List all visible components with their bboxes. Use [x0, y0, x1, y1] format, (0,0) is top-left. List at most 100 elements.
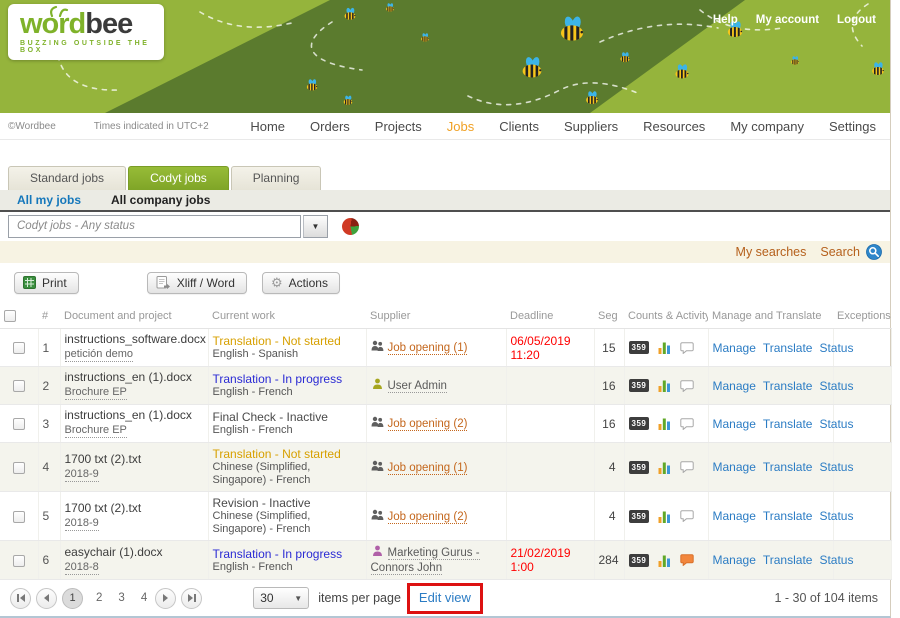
wordcount-badge[interactable]: 359	[629, 341, 650, 354]
comment-icon[interactable]	[680, 554, 694, 566]
comment-icon[interactable]	[680, 380, 694, 392]
xliff-word-button[interactable]: Xliff / Word	[147, 272, 247, 294]
supplier-link[interactable]: User Admin	[388, 380, 447, 393]
nav-item-orders[interactable]: Orders	[310, 119, 350, 134]
tab-codyt-jobs[interactable]: Codyt jobs	[128, 166, 229, 190]
comment-icon[interactable]	[680, 342, 694, 354]
search-link[interactable]: Search	[820, 245, 860, 259]
all-company-jobs-link[interactable]: All company jobs	[111, 193, 210, 207]
page-button-2[interactable]: 2	[96, 592, 102, 604]
print-button[interactable]: Print	[14, 272, 79, 294]
top-links: Help My account Logout	[713, 14, 876, 26]
nav-item-settings[interactable]: Settings	[829, 119, 876, 134]
status-link[interactable]: Status	[819, 417, 853, 431]
project-link[interactable]: petición demo	[65, 348, 134, 362]
row-checkbox[interactable]	[13, 342, 25, 354]
select-all-checkbox[interactable]	[4, 310, 16, 322]
project-link[interactable]: 2018-8	[65, 561, 99, 575]
manage-link[interactable]: Manage	[713, 341, 756, 355]
logout-link[interactable]: Logout	[837, 14, 876, 26]
translate-link[interactable]: Translate	[763, 460, 813, 474]
pie-chart-icon[interactable]	[342, 218, 359, 235]
row-checkbox[interactable]	[13, 380, 25, 392]
translate-link[interactable]: Translate	[763, 341, 813, 355]
wordcount-badge[interactable]: 359	[629, 510, 650, 523]
wordcount-badge[interactable]: 359	[629, 554, 650, 567]
activity-chart-icon[interactable]	[658, 510, 671, 523]
translate-link[interactable]: Translate	[763, 553, 813, 567]
status-filter-combobox[interactable]: Codyt jobs - Any status ▼	[8, 215, 328, 238]
nav-item-home[interactable]: Home	[250, 119, 285, 134]
supplier-link[interactable]: Job opening (2)	[388, 418, 468, 431]
col-supplier[interactable]: Supplier	[366, 303, 506, 329]
manage-link[interactable]: Manage	[713, 460, 756, 474]
page-button-4[interactable]: 4	[141, 592, 147, 604]
manage-link[interactable]: Manage	[713, 417, 756, 431]
wordbee-logo[interactable]: wordbee BUZZING OUTSIDE THE BOX	[8, 4, 164, 60]
nav-item-suppliers[interactable]: Suppliers	[564, 119, 618, 134]
supplier-link[interactable]: Job opening (2)	[388, 511, 468, 524]
project-link[interactable]: 2018-9	[65, 468, 99, 482]
page-button-1[interactable]: 1	[62, 588, 83, 609]
activity-chart-icon[interactable]	[658, 379, 671, 392]
help-link[interactable]: Help	[713, 14, 738, 26]
col-deadline[interactable]: Deadline	[506, 303, 594, 329]
status-link[interactable]: Status	[819, 460, 853, 474]
my-account-link[interactable]: My account	[756, 14, 819, 26]
supplier-link[interactable]: Marketing Gurus - Connors John	[371, 547, 480, 575]
col-document[interactable]: Document and project	[60, 303, 208, 329]
row-checkbox[interactable]	[13, 418, 25, 430]
col-seg[interactable]: Seg	[594, 303, 624, 329]
actions-button[interactable]: ⚙ Actions	[262, 272, 340, 294]
nav-item-projects[interactable]: Projects	[375, 119, 422, 134]
supplier-link[interactable]: Job opening (1)	[388, 342, 468, 355]
row-checkbox[interactable]	[13, 511, 25, 523]
wordcount-badge[interactable]: 359	[629, 461, 650, 474]
comment-icon[interactable]	[680, 418, 694, 430]
row-checkbox[interactable]	[13, 462, 25, 474]
project-link[interactable]: Brochure EP	[65, 424, 127, 438]
comment-icon[interactable]	[680, 510, 694, 522]
manage-link[interactable]: Manage	[713, 379, 756, 393]
col-current-work[interactable]: Current work	[208, 303, 366, 329]
comment-icon[interactable]	[680, 461, 694, 473]
nav-item-resources[interactable]: Resources	[643, 119, 705, 134]
chevron-down-icon[interactable]: ▼	[303, 215, 328, 238]
supplier-icon	[371, 416, 384, 428]
manage-link[interactable]: Manage	[713, 553, 756, 567]
status-link[interactable]: Status	[819, 341, 853, 355]
status-link[interactable]: Status	[819, 509, 853, 523]
activity-chart-icon[interactable]	[658, 554, 671, 567]
nav-item-clients[interactable]: Clients	[499, 119, 539, 134]
search-icon[interactable]	[866, 244, 882, 260]
supplier-link[interactable]: Job opening (1)	[388, 462, 468, 475]
project-link[interactable]: 2018-9	[65, 517, 99, 531]
wordcount-badge[interactable]: 359	[629, 379, 650, 392]
first-page-button[interactable]	[10, 588, 31, 609]
status-link[interactable]: Status	[819, 379, 853, 393]
activity-chart-icon[interactable]	[658, 341, 671, 354]
status-link[interactable]: Status	[819, 553, 853, 567]
items-per-page-select[interactable]: 30 ▼	[253, 587, 309, 609]
status-filter-value[interactable]: Codyt jobs - Any status	[8, 215, 301, 238]
next-page-button[interactable]	[155, 588, 176, 609]
edit-view-link[interactable]: Edit view	[419, 590, 471, 605]
last-page-button[interactable]	[181, 588, 202, 609]
previous-page-button[interactable]	[36, 588, 57, 609]
translate-link[interactable]: Translate	[763, 379, 813, 393]
project-link[interactable]: Brochure EP	[65, 386, 127, 400]
row-checkbox[interactable]	[13, 555, 25, 567]
page-button-3[interactable]: 3	[118, 592, 124, 604]
tab-standard-jobs[interactable]: Standard jobs	[8, 166, 126, 190]
nav-item-jobs[interactable]: Jobs	[447, 119, 474, 134]
all-my-jobs-link[interactable]: All my jobs	[17, 193, 81, 207]
nav-item-my-company[interactable]: My company	[730, 119, 804, 134]
my-searches-link[interactable]: My searches	[736, 245, 807, 259]
translate-link[interactable]: Translate	[763, 509, 813, 523]
activity-chart-icon[interactable]	[658, 461, 671, 474]
translate-link[interactable]: Translate	[763, 417, 813, 431]
activity-chart-icon[interactable]	[658, 417, 671, 430]
tab-planning[interactable]: Planning	[231, 166, 322, 190]
wordcount-badge[interactable]: 359	[629, 417, 650, 430]
manage-link[interactable]: Manage	[713, 509, 756, 523]
